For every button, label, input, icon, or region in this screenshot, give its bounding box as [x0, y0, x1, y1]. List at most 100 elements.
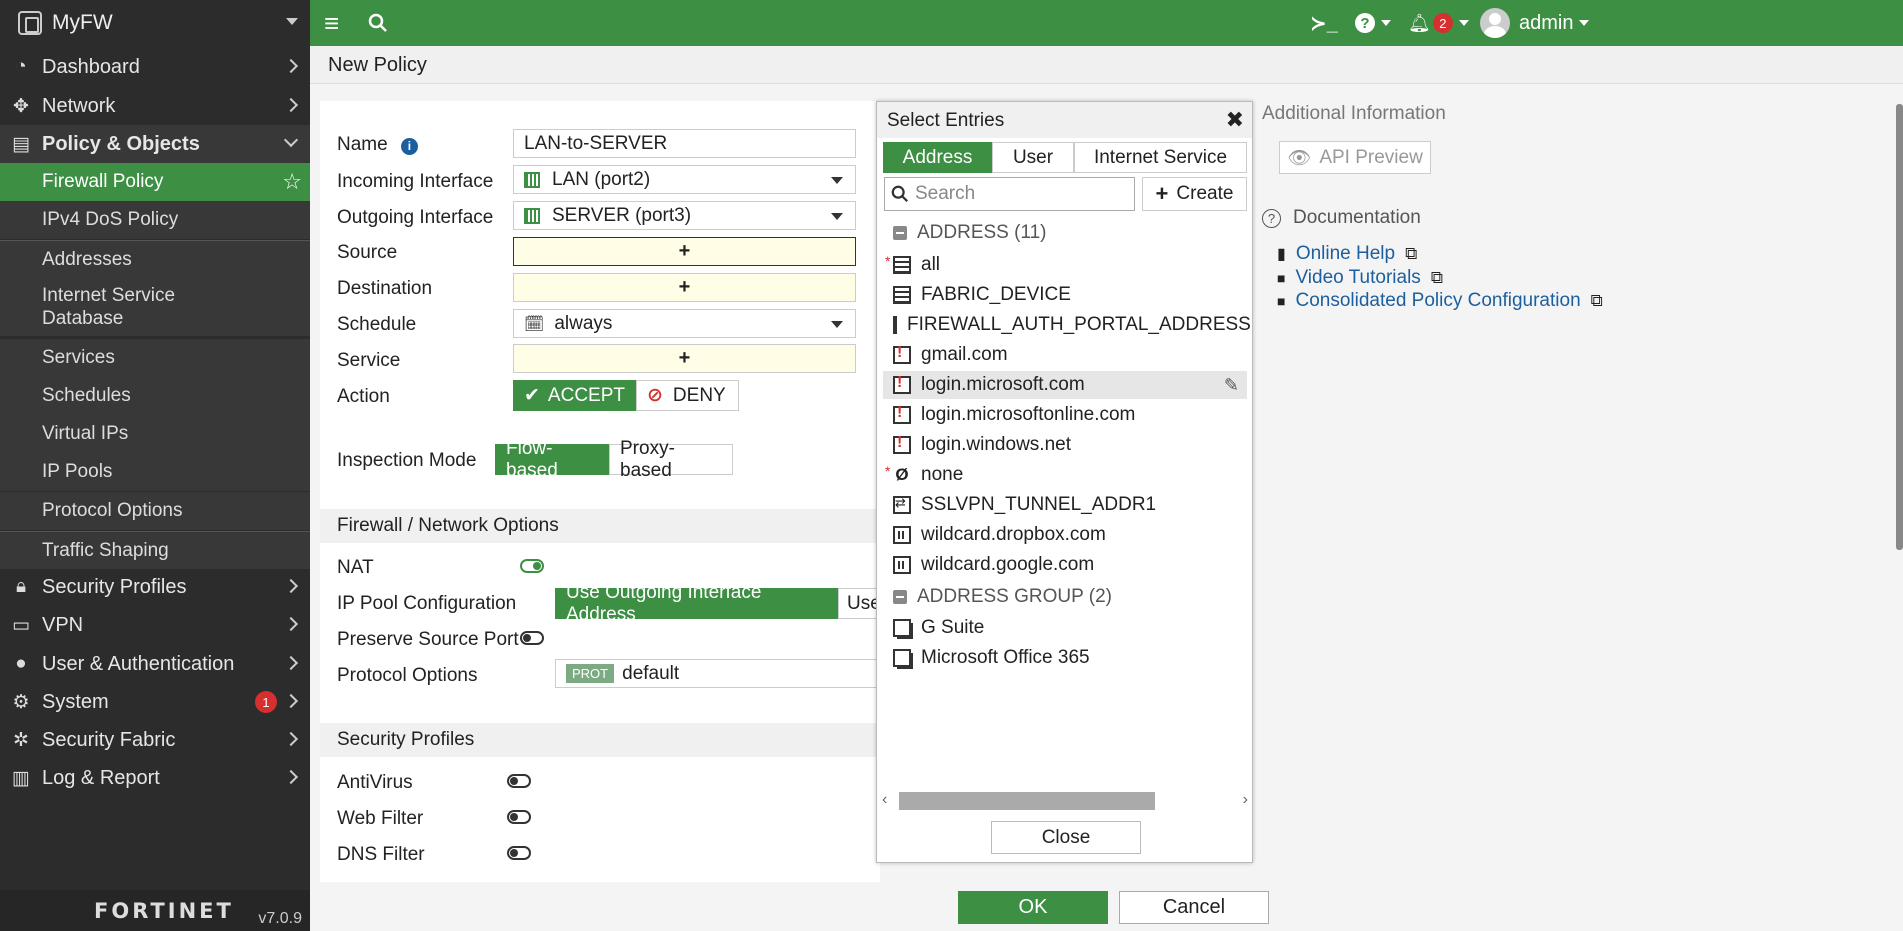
notifications-menu[interactable]: 🔔︎ 2	[1408, 0, 1469, 46]
dashboard-icon: ◔	[15, 56, 27, 77]
user-menu[interactable]: admin	[1480, 0, 1590, 46]
tab-address[interactable]: Address	[883, 142, 992, 173]
schedule-select[interactable]: 🗓︎ always	[513, 309, 856, 338]
subnav-ip-pools[interactable]: IP Pools	[0, 453, 310, 491]
nav-system[interactable]: ⚙ System 1	[0, 683, 310, 721]
deny-icon: ⊘	[647, 385, 663, 406]
list-item[interactable]: * all	[883, 251, 1247, 279]
service-label: Service	[337, 350, 401, 371]
none-icon: Ø	[895, 465, 909, 484]
search-icon[interactable]	[368, 0, 388, 46]
wildcard-fqdn-icon	[893, 526, 911, 544]
chevron-down-icon	[1381, 20, 1391, 26]
menu-icon[interactable]: ≡	[324, 0, 339, 46]
incoming-interface-select[interactable]: LAN (port2)	[513, 165, 856, 194]
list-item[interactable]: G Suite	[883, 614, 1247, 642]
web-filter-toggle[interactable]	[507, 810, 531, 824]
subnav-firewall-policy[interactable]: Firewall Policy ☆	[0, 163, 310, 201]
nav-security-fabric[interactable]: ✲ Security Fabric	[0, 721, 310, 759]
nav-label: Security Profiles	[42, 575, 187, 598]
antivirus-toggle[interactable]	[507, 774, 531, 788]
subnav-protocol-options[interactable]: Protocol Options	[0, 492, 310, 530]
list-item[interactable]: login.windows.net	[883, 431, 1247, 459]
list-item[interactable]: login.microsoft.com✎	[883, 371, 1247, 399]
nav-security-profiles[interactable]: 🔒︎ Security Profiles	[0, 568, 310, 606]
list-item[interactable]: Microsoft Office 365	[883, 644, 1247, 672]
subnav-schedules[interactable]: Schedules	[0, 377, 310, 415]
list-item[interactable]: FIREWALL_AUTH_PORTAL_ADDRESS	[883, 311, 1251, 339]
subnav-internet-service-db[interactable]: Internet Service Database	[0, 278, 310, 336]
close-icon[interactable]: ✖	[1226, 107, 1244, 133]
subnav-addresses[interactable]: Addresses	[0, 240, 310, 278]
question-icon: ?	[1262, 208, 1281, 228]
subnav-services[interactable]: Services	[0, 339, 310, 377]
list-item[interactable]: FABRIC_DEVICE	[883, 281, 1247, 309]
subnav-ipv4-dos-policy[interactable]: IPv4 DoS Policy	[0, 201, 310, 239]
nav-network[interactable]: ✥ Network	[0, 87, 310, 125]
cli-console-icon[interactable]: ≻_	[1310, 0, 1338, 46]
plus-icon: +	[1155, 181, 1169, 206]
star-icon[interactable]: ☆	[282, 169, 302, 195]
list-item[interactable]: wildcard.dropbox.com	[883, 521, 1247, 549]
tab-internet-service[interactable]: Internet Service	[1074, 142, 1247, 173]
nav-policy-objects[interactable]: ▤ Policy & Objects	[0, 125, 310, 163]
flow-based-button[interactable]: Flow-based	[495, 438, 609, 481]
subnav-label: IPv4 DoS Policy	[42, 209, 179, 230]
address-group-header[interactable]: ADDRESS (11)	[893, 222, 1047, 244]
help-menu[interactable]: ?	[1355, 0, 1391, 46]
online-help-link[interactable]: ▮ Online Help ⧉	[1277, 243, 1417, 265]
list-item[interactable]: SSLVPN_TUNNEL_ADDR1	[883, 491, 1247, 519]
use-dynamic-pool-button[interactable]: Use	[838, 588, 880, 619]
device-selector[interactable]: MyFW	[0, 0, 310, 46]
destination-add-field[interactable]: +	[513, 273, 856, 302]
chevron-right-icon	[283, 58, 299, 74]
nav-vpn[interactable]: ▭ VPN	[0, 606, 310, 644]
edit-icon[interactable]: ✎	[1224, 375, 1239, 396]
fabric-icon: ✲	[13, 729, 29, 751]
vertical-scrollbar[interactable]	[1896, 104, 1903, 550]
create-button[interactable]: + Create	[1142, 177, 1247, 211]
dns-filter-toggle[interactable]	[507, 846, 531, 860]
use-outgoing-interface-button[interactable]: Use Outgoing Interface Address	[555, 582, 838, 625]
video-tutorials-link[interactable]: ■ Video Tutorials ⧉	[1277, 267, 1443, 289]
horizontal-scrollbar[interactable]	[899, 792, 1155, 810]
policy-icon: ▤	[12, 133, 30, 155]
prot-tag: PROT	[566, 664, 615, 683]
nav-label: Log & Report	[42, 766, 160, 789]
proxy-based-button[interactable]: Proxy-based	[609, 438, 733, 481]
address-icon	[893, 286, 911, 304]
consolidated-policy-link[interactable]: ■ Consolidated Policy Configuration ⧉	[1277, 290, 1603, 312]
address-group-header[interactable]: ADDRESS GROUP (2)	[893, 586, 1112, 608]
list-item[interactable]: gmail.com	[883, 341, 1247, 369]
source-add-field[interactable]: +	[513, 237, 856, 266]
list-item[interactable]: login.microsoftonline.com	[883, 401, 1247, 429]
scroll-left-icon[interactable]: ‹	[882, 791, 887, 809]
address-icon	[893, 316, 897, 334]
scroll-right-icon[interactable]: ›	[1243, 791, 1248, 809]
preserve-source-port-toggle[interactable]	[520, 631, 544, 645]
ok-button[interactable]: OK	[958, 891, 1108, 924]
ip-pool-label: IP Pool Configuration	[337, 593, 517, 614]
outgoing-interface-select[interactable]: SERVER (port3)	[513, 201, 856, 230]
service-add-field[interactable]: +	[513, 344, 856, 373]
api-preview-button[interactable]: 👁︎ API Preview	[1279, 141, 1431, 174]
accept-button[interactable]: ✔ ACCEPT	[513, 380, 636, 411]
tab-user[interactable]: User	[992, 142, 1074, 173]
close-button[interactable]: Close	[991, 821, 1141, 854]
info-icon[interactable]: i	[400, 137, 418, 155]
subnav-traffic-shaping[interactable]: Traffic Shaping	[0, 531, 310, 569]
protocol-options-select[interactable]: PROT default	[555, 659, 880, 688]
search-input[interactable]: Search	[884, 177, 1135, 211]
chevron-down-icon	[1579, 20, 1590, 26]
nav-dashboard[interactable]: ◔ Dashboard	[0, 48, 310, 86]
nav-log-report[interactable]: ▥ Log & Report	[0, 759, 310, 797]
name-input[interactable]: LAN-to-SERVER	[513, 129, 856, 158]
list-item[interactable]: * Ønone	[883, 461, 1247, 489]
deny-button[interactable]: ⊘ DENY	[636, 380, 739, 411]
nav-user-auth[interactable]: ● User & Authentication	[0, 645, 310, 683]
cancel-button[interactable]: Cancel	[1119, 891, 1269, 924]
nat-toggle[interactable]	[520, 559, 544, 573]
subnav-virtual-ips[interactable]: Virtual IPs	[0, 415, 310, 453]
destination-label: Destination	[337, 278, 433, 299]
list-item[interactable]: wildcard.google.com	[883, 551, 1247, 579]
